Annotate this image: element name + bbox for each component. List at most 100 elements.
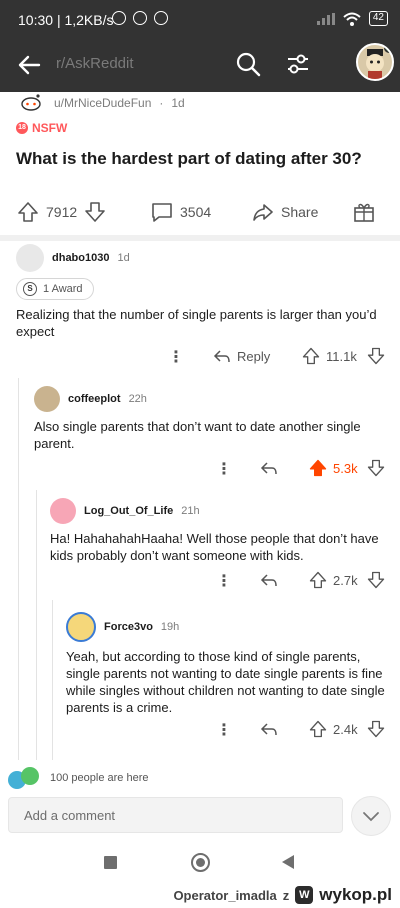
messenger-icon bbox=[133, 11, 147, 25]
comment-avatar[interactable] bbox=[66, 612, 96, 642]
post-vote: 7912 bbox=[16, 200, 107, 224]
alarm-icon bbox=[112, 11, 126, 25]
sort-filter-icon[interactable] bbox=[284, 50, 312, 78]
downvote-arrow-icon[interactable] bbox=[366, 346, 386, 366]
post-divider bbox=[0, 235, 400, 241]
post-score: 7912 bbox=[46, 204, 78, 220]
upvote-arrow-icon[interactable] bbox=[16, 200, 40, 224]
share-button[interactable]: Share bbox=[251, 200, 318, 224]
reply-arrow-icon[interactable] bbox=[259, 720, 279, 740]
presence-avatars-icon bbox=[8, 767, 44, 789]
comment-actions: ⋮ 5.3k bbox=[212, 457, 392, 481]
upvote-arrow-icon[interactable] bbox=[308, 570, 328, 590]
comment-username[interactable]: coffeeplot bbox=[68, 393, 121, 405]
search-icon[interactable] bbox=[234, 50, 262, 78]
comment-bubble-icon bbox=[152, 203, 172, 222]
comment-avatar[interactable] bbox=[16, 244, 44, 272]
wykop-logo-icon: W bbox=[295, 886, 314, 904]
reply-arrow-icon[interactable] bbox=[212, 347, 232, 367]
upvote-arrow-active-icon[interactable] bbox=[308, 458, 328, 478]
signal-icon bbox=[316, 12, 335, 25]
post-age: 1d bbox=[171, 96, 185, 110]
post-meta: u/MrNiceDudeFun · 1d bbox=[16, 94, 185, 112]
watermark-user: Operator_imadla bbox=[173, 887, 277, 903]
award-count: 1 Award bbox=[43, 283, 83, 295]
status-time: 10:30 | 1,2KB/s bbox=[18, 12, 114, 28]
online-indicator bbox=[384, 45, 392, 53]
subreddit-title[interactable]: r/AskReddit bbox=[56, 55, 134, 72]
home-circle-icon[interactable] bbox=[191, 853, 210, 872]
comment-header: Log_Out_Of_Life 21h bbox=[50, 498, 200, 524]
nsfw-flair: 18 NSFW bbox=[16, 121, 67, 135]
back-triangle-icon[interactable] bbox=[282, 855, 294, 869]
status-bar: 10:30 | 1,2KB/s 42 bbox=[0, 0, 400, 38]
watermark-brand: wykop.pl bbox=[319, 885, 392, 904]
comment-username[interactable]: Log_Out_Of_Life bbox=[84, 505, 173, 517]
post-author[interactable]: u/MrNiceDudeFun bbox=[54, 96, 151, 110]
reply-button[interactable]: Reply bbox=[237, 349, 270, 364]
chevron-down-icon bbox=[363, 812, 379, 822]
comment-body: Realizing that the number of single pare… bbox=[16, 307, 377, 339]
comment-username[interactable]: dhabo1030 bbox=[52, 252, 109, 264]
reply-arrow-icon[interactable] bbox=[259, 459, 279, 479]
share-label: Share bbox=[281, 204, 319, 220]
screen: 10:30 | 1,2KB/s 42 r/AskReddit u/MrNiceD… bbox=[0, 0, 400, 908]
comment-avatar[interactable] bbox=[50, 498, 76, 524]
comment-body: Yeah, but according to those kind of sin… bbox=[66, 649, 385, 715]
comment-actions: ⋮ 2.7k bbox=[212, 569, 392, 593]
reply-arrow-icon[interactable] bbox=[259, 571, 279, 591]
downvote-arrow-icon[interactable] bbox=[83, 200, 107, 224]
recents-square-icon[interactable] bbox=[104, 856, 117, 869]
comment-time: 19h bbox=[160, 621, 180, 633]
comment-score: 2.7k bbox=[333, 573, 358, 588]
nsfw-label: NSFW bbox=[32, 121, 68, 135]
add-comment-input[interactable]: Add a comment bbox=[8, 797, 343, 833]
more-options-icon[interactable]: ⋮ bbox=[216, 571, 232, 591]
vpn-icon bbox=[154, 11, 168, 25]
expand-comments-button[interactable] bbox=[351, 796, 391, 836]
comment-score: 2.4k bbox=[333, 722, 358, 737]
upvote-arrow-icon[interactable] bbox=[308, 719, 328, 739]
comment-time: 22h bbox=[128, 393, 147, 405]
more-options-icon[interactable]: ⋮ bbox=[216, 459, 232, 479]
comment-time: 21h bbox=[181, 505, 200, 517]
comment-score: 11.1k bbox=[326, 349, 357, 364]
downvote-arrow-icon[interactable] bbox=[366, 719, 386, 739]
more-options-icon[interactable]: ⋮ bbox=[168, 347, 184, 367]
presence-text: 100 people are here bbox=[50, 772, 149, 784]
post-title: What is the hardest part of dating after… bbox=[16, 149, 362, 168]
comment-avatar[interactable] bbox=[34, 386, 60, 412]
comment-actions: ⋮ 2.4k bbox=[212, 718, 392, 742]
award-medal-icon: S bbox=[23, 282, 37, 296]
network-speed: 1,2KB/s bbox=[64, 12, 114, 28]
watermark-z: z bbox=[282, 887, 290, 903]
app-header: r/AskReddit bbox=[0, 38, 400, 92]
award-badge[interactable]: S 1 Award bbox=[16, 278, 94, 300]
comment-username[interactable]: Force3vo bbox=[104, 621, 153, 633]
clock: 10:30 bbox=[18, 12, 54, 28]
notification-icons bbox=[112, 11, 168, 25]
comment-header: coffeeplot 22h bbox=[34, 386, 147, 412]
comment-body: Ha! HahahahahHaaha! Well those people th… bbox=[50, 531, 379, 563]
comment-score: 5.3k bbox=[333, 461, 358, 476]
nsfw-18-icon: 18 bbox=[16, 122, 28, 134]
thread-line bbox=[18, 378, 19, 760]
upvote-arrow-icon[interactable] bbox=[301, 346, 321, 366]
more-options-icon[interactable]: ⋮ bbox=[216, 720, 232, 740]
thread-line bbox=[36, 490, 37, 760]
comment-actions: ⋮ Reply 11.1k bbox=[164, 345, 392, 369]
comment-body: Also single parents that don’t want to d… bbox=[34, 419, 361, 451]
post-comments-button[interactable]: 3504 bbox=[150, 200, 211, 224]
comment-time: 1d bbox=[117, 252, 130, 264]
system-icons: 42 bbox=[316, 11, 388, 26]
presence-avatar bbox=[21, 767, 39, 785]
wifi-icon bbox=[343, 12, 361, 26]
presence-indicator: 100 people are here bbox=[0, 760, 400, 796]
award-gift-icon[interactable] bbox=[352, 200, 376, 224]
user-avatar[interactable] bbox=[356, 43, 394, 81]
downvote-arrow-icon[interactable] bbox=[366, 458, 386, 478]
downvote-arrow-icon[interactable] bbox=[366, 570, 386, 590]
back-arrow-icon[interactable] bbox=[14, 50, 44, 80]
android-navigation-bar bbox=[0, 842, 400, 882]
meta-dot: · bbox=[159, 96, 164, 110]
